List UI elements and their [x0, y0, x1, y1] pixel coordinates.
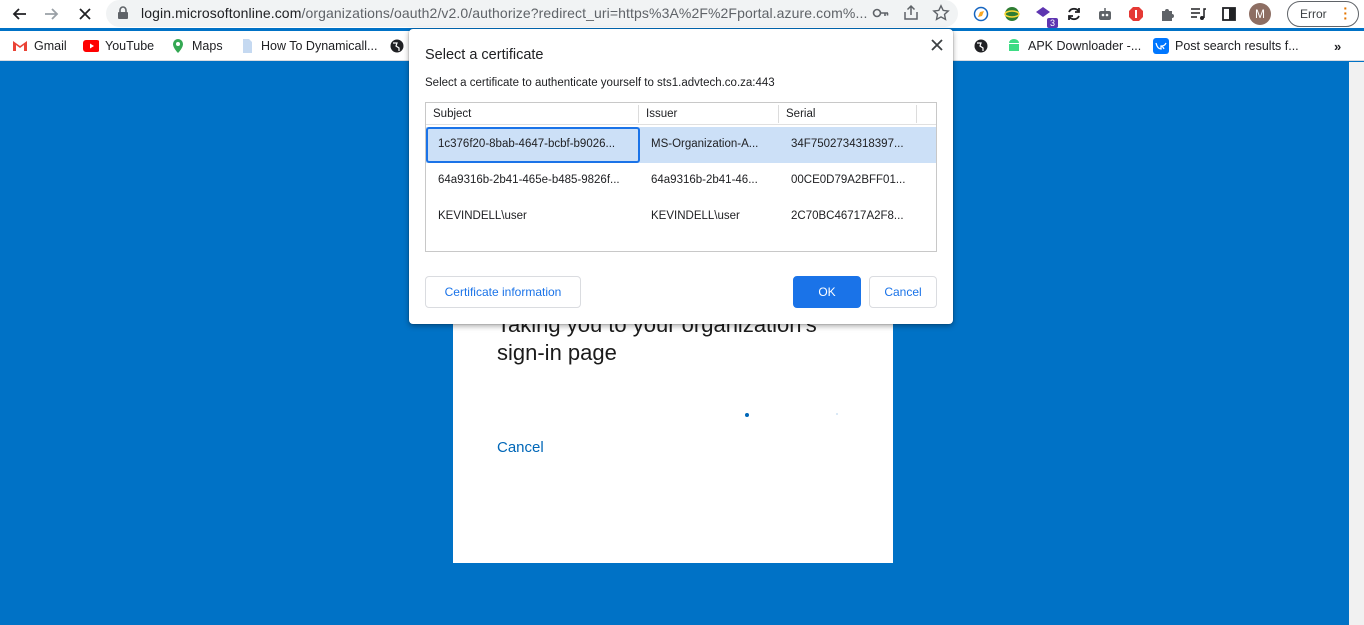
cell-issuer: MS-Organization-A...	[651, 138, 759, 150]
youtube-icon	[83, 38, 99, 54]
bookmark-label: How To Dynamicall...	[261, 39, 378, 53]
star-icon[interactable]	[932, 4, 950, 22]
cell-issuer: KEVINDELL\user	[651, 210, 740, 222]
globe-icon	[389, 38, 405, 54]
select-certificate-dialog: Select a certificate Select a certificat…	[409, 29, 953, 324]
close-icon	[79, 8, 91, 20]
stop-loading-button[interactable]	[74, 3, 96, 25]
error-status-button[interactable]: Error · · ·	[1287, 1, 1359, 27]
share-icon[interactable]	[902, 4, 920, 22]
bookmark-youtube[interactable]: YouTube	[83, 37, 154, 55]
cell-serial: 00CE0D79A2BFF01...	[791, 174, 906, 186]
cell-subject: KEVINDELL\user	[438, 210, 527, 222]
close-icon	[931, 39, 943, 51]
bookmark-vk[interactable]: Post search results f...	[1153, 37, 1299, 55]
url-path: /organizations/oauth2/v2.0/authorize?red…	[301, 5, 868, 21]
bookmark-label: APK Downloader -...	[1028, 39, 1142, 53]
bookmark-maps[interactable]: Maps	[170, 37, 223, 55]
menu-dots-icon[interactable]: · · ·	[1343, 1, 1348, 25]
gmail-icon	[12, 38, 28, 54]
maps-icon	[170, 38, 186, 54]
cancel-button[interactable]: Cancel	[869, 276, 937, 308]
cell-issuer: 64a9316b-2b41-46...	[651, 174, 758, 186]
certificate-table: Subject Issuer Serial 1c376f20-8bab-4647…	[425, 102, 937, 252]
url-text: login.microsoftonline.com/organizations/…	[141, 5, 867, 21]
cell-serial: 2C70BC46717A2F8...	[791, 210, 904, 222]
vk-icon	[1153, 38, 1169, 54]
page-scrollbar[interactable]	[1349, 62, 1364, 625]
extension-compass-icon[interactable]	[970, 3, 992, 25]
key-icon[interactable]	[872, 4, 890, 22]
sign-in-card: Taking you to your organization's sign-i…	[453, 300, 893, 563]
dialog-close-button[interactable]	[928, 36, 946, 54]
bookmark-how-to[interactable]: How To Dynamicall...	[239, 37, 377, 55]
bookmark-gmail[interactable]: Gmail	[12, 37, 67, 55]
globe-icon	[973, 38, 989, 54]
android-icon	[1006, 38, 1022, 54]
dialog-subtitle: Select a certificate to authenticate you…	[425, 77, 775, 89]
robot-icon[interactable]	[1094, 3, 1116, 25]
extension-badge-count: 3	[1046, 18, 1058, 28]
arrow-left-icon	[12, 8, 26, 20]
puzzle-icon[interactable]	[1156, 3, 1178, 25]
column-divider[interactable]	[778, 105, 779, 123]
cell-subject: 64a9316b-2b41-465e-b485-9826f...	[438, 174, 620, 186]
table-header: Subject Issuer Serial	[426, 103, 936, 125]
back-button[interactable]	[8, 3, 30, 25]
certificate-information-button[interactable]: Certificate information	[425, 276, 581, 308]
bookmark-label: Maps	[192, 39, 223, 53]
extension-globe-icon[interactable]	[1001, 3, 1023, 25]
error-status-label: Error	[1300, 7, 1327, 21]
sync-icon[interactable]	[1063, 3, 1085, 25]
bookmark-label: YouTube	[105, 39, 155, 53]
column-divider[interactable]	[638, 105, 639, 123]
url-host: login.microsoftonline.com	[141, 5, 302, 21]
bookmark-globe[interactable]	[389, 37, 405, 55]
column-header-serial[interactable]: Serial	[786, 108, 815, 120]
ok-button[interactable]: OK	[793, 276, 861, 308]
bookmark-label: Post search results f...	[1175, 39, 1299, 53]
bookmark-globe-2[interactable]	[973, 37, 989, 55]
forward-button[interactable]	[41, 3, 63, 25]
column-header-subject[interactable]: Subject	[433, 108, 471, 120]
page-cancel-link[interactable]: Cancel	[497, 439, 544, 456]
cell-serial: 34F7502734318397...	[791, 138, 904, 150]
avatar-initial: M	[1249, 3, 1271, 25]
side-panel-icon[interactable]	[1218, 3, 1240, 25]
more-bookmarks-icon[interactable]: »	[1334, 39, 1341, 54]
cell-subject: 1c376f20-8bab-4647-bcbf-b9026...	[438, 138, 616, 150]
bookmark-label: Gmail	[34, 39, 67, 53]
arrow-right-icon	[45, 8, 59, 20]
table-row[interactable]: 1c376f20-8bab-4647-bcbf-b9026... MS-Orga…	[426, 127, 936, 163]
column-header-issuer[interactable]: Issuer	[646, 108, 677, 120]
extension-badge-icon[interactable]: 3	[1032, 3, 1058, 28]
page-icon	[239, 38, 255, 54]
browser-toolbar: login.microsoftonline.com/organizations/…	[0, 0, 1364, 28]
loading-dot	[745, 413, 749, 417]
table-row[interactable]: 64a9316b-2b41-465e-b485-9826f... 64a9316…	[426, 163, 936, 199]
loading-dot	[836, 413, 838, 415]
lock-icon	[118, 6, 128, 19]
bookmark-apk-downloader[interactable]: APK Downloader -...	[1006, 37, 1141, 55]
adblock-icon[interactable]	[1125, 3, 1147, 25]
profile-avatar[interactable]: M	[1249, 3, 1271, 25]
media-queue-icon[interactable]	[1187, 3, 1209, 25]
address-bar[interactable]: login.microsoftonline.com/organizations/…	[106, 0, 958, 27]
table-row[interactable]: KEVINDELL\user KEVINDELL\user 2C70BC4671…	[426, 199, 936, 235]
column-divider[interactable]	[916, 105, 917, 123]
dialog-title: Select a certificate	[425, 47, 544, 63]
